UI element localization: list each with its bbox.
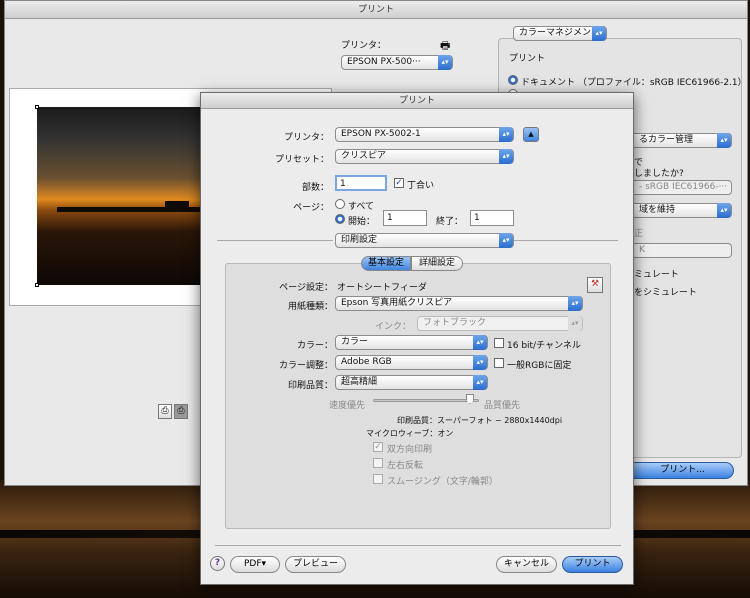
page-setup-value: オートシートフィーダ: [337, 283, 427, 293]
quality-info: 印刷品質：スーパーフォト − 2880x1440dpi: [397, 416, 563, 425]
popup-arrows-icon: ▴▾: [473, 355, 487, 370]
bidirectional-checkbox[interactable]: ✓: [373, 442, 383, 452]
paper-type-label: 用紙種類：: [287, 302, 333, 312]
print-preview-icon[interactable]: ⎙: [158, 404, 172, 419]
dialog-title: プリント: [201, 93, 633, 109]
speed-priority-label: 速度優先: [329, 401, 366, 411]
printer-icon: 🖶: [440, 39, 451, 52]
pages-all-label: すべて: [348, 202, 375, 212]
smoothing-label: スムージング（文字/輪郭）: [387, 477, 498, 487]
collate-label: 丁合い: [407, 181, 435, 191]
crop-handle[interactable]: [35, 283, 39, 287]
printer-label: プリンタ：: [283, 133, 329, 143]
print-button[interactable]: プリント: [562, 556, 623, 573]
back-printer-label: プリンタ：: [341, 41, 387, 51]
tab-advanced[interactable]: 詳細設定: [411, 256, 463, 271]
popup-arrows-icon: ▴▾: [499, 149, 513, 164]
print-dialog: プリント プリンタ： EPSON PX-5002-1 ▴▾ ▲ プリセット： クリ…: [200, 92, 634, 585]
print-heading: プリント: [509, 54, 546, 64]
popup-arrows-icon: ▴▾: [717, 133, 731, 148]
partial-text: しましたか?: [634, 169, 684, 179]
ink-label: インク：: [374, 322, 411, 332]
paper-type-popup[interactable]: Epson 写真用紙クリスピア ▴▾: [335, 296, 583, 311]
popup-arrows-icon: ▴▾: [592, 26, 606, 41]
divider: [514, 240, 618, 241]
popup-arrows-icon: ▴▾: [499, 127, 513, 142]
partial-text: ミュレート: [634, 270, 679, 280]
quality-popup[interactable]: 超高精細 ▴▾: [335, 375, 488, 390]
bit16-label: 16 bit/チャンネル: [507, 341, 581, 351]
quality-label: 印刷品質：: [287, 381, 333, 391]
printer-popup[interactable]: EPSON PX-5002-1 ▴▾: [335, 127, 514, 142]
bidirectional-label: 双方向印刷: [387, 445, 433, 455]
color-management-popup[interactable]: カラーマネジメント ▴▾: [513, 26, 607, 41]
printer-profile-popup[interactable]: - sRGB IEC61966-···: [634, 180, 732, 195]
pages-range-radio[interactable]: [335, 214, 345, 224]
color-adjust-label: カラー調整：: [278, 361, 333, 371]
to-label: 終了：: [436, 217, 464, 227]
color-label: カラー：: [296, 341, 333, 351]
crop-handle[interactable]: [35, 105, 39, 109]
from-label: 開始：: [348, 217, 376, 227]
quality-slider-track[interactable]: [373, 399, 479, 402]
fixed-rgb-label: 一般RGBに固定: [507, 361, 572, 371]
mirror-label: 左右反転: [387, 461, 424, 471]
collate-checkbox[interactable]: ✓: [394, 178, 404, 188]
popup-arrows-icon: ▴▾: [473, 375, 487, 390]
collapse-details-button[interactable]: ▲: [523, 127, 539, 142]
fixed-rgb-checkbox[interactable]: [494, 358, 504, 368]
back-print-button[interactable]: プリント...: [632, 462, 734, 479]
mirror-checkbox[interactable]: [373, 458, 383, 468]
page-setup-label: ページ設定：: [279, 283, 333, 293]
pages-all-radio[interactable]: [335, 199, 345, 209]
partial-text: をシミュレート: [634, 288, 697, 298]
section-popup[interactable]: 印刷設定 ▴▾: [335, 233, 514, 248]
back-window-title: プリント: [5, 1, 747, 19]
tab-basic[interactable]: 基本設定: [361, 256, 411, 271]
microweave-info: マイクロウィーブ：オン: [366, 429, 454, 438]
color-handling-popup[interactable]: るカラー管理 ▴▾: [634, 133, 732, 148]
divider: [217, 240, 333, 241]
preset-popup[interactable]: クリスピア ▴▾: [335, 149, 514, 164]
copies-label: 部数：: [301, 183, 329, 193]
from-page-field[interactable]: 1: [383, 210, 427, 226]
popup-arrows-icon: ▴▾: [438, 55, 452, 70]
help-button[interactable]: ?: [210, 556, 225, 571]
partial-text: 正: [634, 229, 644, 239]
print-preview-icon-alt[interactable]: ⎙: [174, 404, 188, 419]
popup-arrows-icon: ▴▾: [717, 203, 731, 218]
document-profile-label: ドキュメント （プロファイル：sRGB IEC61966-2.1）: [521, 78, 747, 88]
cancel-button[interactable]: キャンセル: [496, 556, 557, 573]
quality-priority-label: 品質優先: [484, 401, 521, 411]
preview-photo: [37, 107, 200, 285]
color-adjust-popup[interactable]: Adobe RGB ▴▾: [335, 355, 488, 370]
bit16-checkbox[interactable]: [494, 338, 504, 348]
back-printer-popup[interactable]: EPSON PX-500··· ▴▾: [341, 55, 453, 70]
preview-button[interactable]: プレビュー: [285, 556, 346, 573]
proof-setup-popup[interactable]: K: [634, 243, 732, 258]
color-popup[interactable]: カラー ▴▾: [335, 335, 488, 350]
rendering-intent-popup[interactable]: 域を維持 ▴▾: [634, 203, 732, 218]
ink-popup: フォトブラック ▴▾: [417, 316, 583, 331]
document-profile-radio[interactable]: [508, 75, 518, 85]
popup-arrows-icon: ▴▾: [568, 316, 582, 331]
popup-arrows-icon: ▴▾: [568, 296, 582, 311]
preset-label: プリセット：: [274, 155, 329, 165]
tools-icon[interactable]: ⚒: [587, 277, 603, 293]
pdf-button[interactable]: PDF▾: [230, 556, 280, 573]
smoothing-checkbox[interactable]: [373, 474, 383, 484]
popup-arrows-icon: ▴▾: [499, 233, 513, 248]
popup-arrows-icon: ▴▾: [473, 335, 487, 350]
to-page-field[interactable]: 1: [470, 210, 514, 226]
copies-field[interactable]: 1: [335, 175, 387, 191]
pages-label: ページ：: [293, 203, 329, 213]
divider: [215, 545, 621, 546]
